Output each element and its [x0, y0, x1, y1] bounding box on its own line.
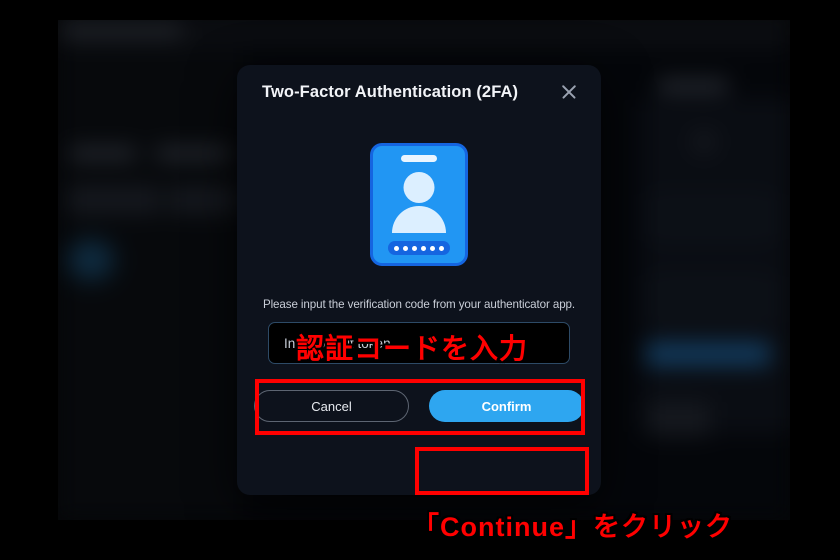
screen-letterbox: Two-Factor Authentication (2FA) Please i…: [0, 0, 840, 560]
badge-person-head: [403, 172, 435, 203]
backdrop-sidebar: [58, 48, 243, 520]
backdrop-avatar: [692, 130, 716, 154]
token-input-row: [237, 322, 601, 364]
badge-dot: [412, 245, 417, 251]
backdrop-field: [650, 195, 772, 239]
backdrop-right-panel: [640, 100, 790, 432]
two-factor-dialog: Two-Factor Authentication (2FA) Please i…: [237, 65, 601, 495]
token-input[interactable]: [268, 322, 570, 364]
id-badge-icon: [370, 143, 468, 266]
badge-slot: [401, 155, 437, 162]
backdrop-topbar-title: [62, 24, 182, 37]
dialog-footer: Cancel Confirm: [237, 390, 601, 422]
badge-person-body: [392, 206, 446, 233]
backdrop-field: [650, 277, 772, 321]
badge-dot: [439, 245, 444, 251]
close-icon[interactable]: [557, 80, 581, 104]
dialog-header: Two-Factor Authentication (2FA): [237, 65, 601, 119]
backdrop-label: [70, 148, 136, 159]
badge-dot: [403, 245, 408, 251]
badge-code-pill: [388, 241, 450, 255]
backdrop-label: [658, 80, 728, 92]
illustration-wrap: [237, 143, 601, 266]
backdrop-accent-glow: [68, 240, 114, 280]
dialog-description: Please input the verification code from …: [262, 298, 576, 311]
cancel-button[interactable]: Cancel: [254, 390, 409, 422]
confirm-button[interactable]: Confirm: [429, 390, 584, 422]
backdrop-chip: [648, 402, 710, 436]
badge-dot: [394, 245, 399, 251]
badge-dot: [430, 245, 435, 251]
backdrop-label: [156, 148, 232, 159]
dialog-title: Two-Factor Authentication (2FA): [262, 82, 519, 101]
backdrop-primary-button: [646, 342, 770, 366]
backdrop-chip: [168, 186, 240, 214]
backdrop-chip: [68, 186, 160, 214]
badge-dot: [421, 245, 426, 251]
